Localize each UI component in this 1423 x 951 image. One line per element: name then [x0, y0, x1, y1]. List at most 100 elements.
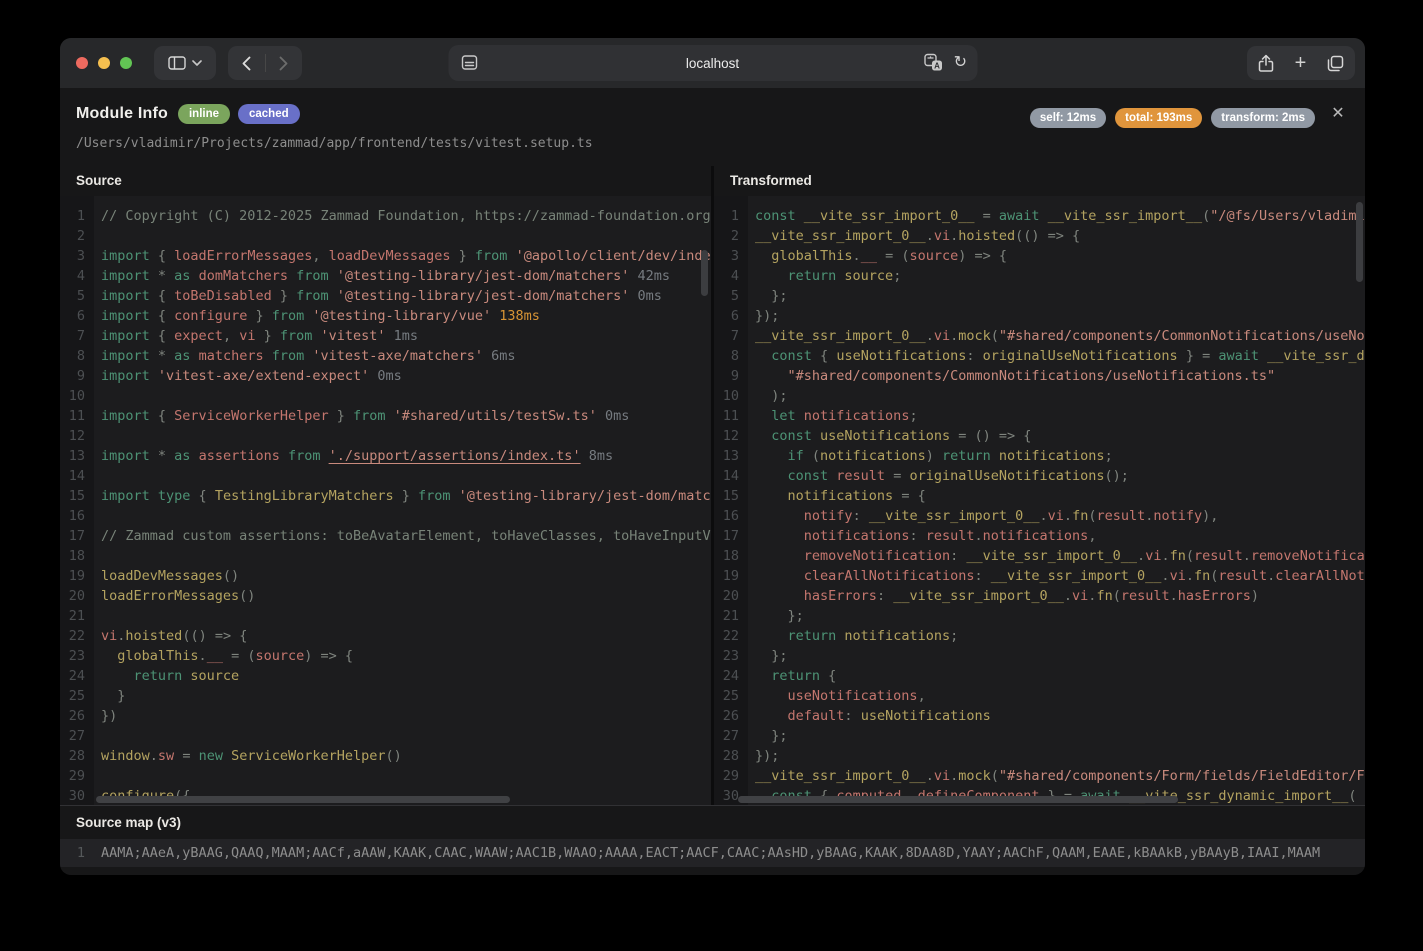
page-settings-icon[interactable] — [460, 53, 478, 72]
address-bar[interactable]: localhost A ↻ — [448, 45, 977, 81]
module-link[interactable]: './support/assertions/index.ts' — [329, 448, 581, 464]
code-line: 4 import * as domMatchers from '@testing-… — [60, 266, 711, 286]
code-line-content: hasErrors: __vite_ssr_import_0__.vi.fn(r… — [748, 586, 1365, 606]
close-icon[interactable]: ✕ — [1327, 102, 1349, 124]
code-line-content: // Zammad custom assertions: toBeAvatarE… — [94, 526, 711, 546]
code-token: new — [198, 748, 232, 764]
code-token: vi — [1169, 568, 1186, 584]
code-token: }; — [755, 728, 788, 744]
code-token: 8ms — [580, 448, 614, 464]
code-token: 1ms — [385, 328, 419, 344]
line-number: 18 — [722, 548, 739, 564]
code-token: . — [1161, 548, 1170, 564]
source-horizontal-scrollbar[interactable] — [96, 796, 510, 803]
code-line-content: loadDevMessages() — [94, 566, 711, 586]
code-line-content: }; — [748, 606, 1365, 626]
new-tab-icon[interactable]: + — [1295, 53, 1307, 73]
line-number: 14 — [722, 468, 739, 484]
traffic-minimize-button[interactable] — [98, 57, 110, 69]
code-token: : — [909, 528, 926, 544]
line-number: 6 — [730, 308, 739, 324]
code-line-content: "#shared/components/CommonNotifications/… — [748, 366, 1365, 386]
code-token: vi — [933, 328, 951, 344]
code-line-content — [94, 726, 711, 746]
translate-icon[interactable]: A — [924, 53, 944, 72]
code-token: mock — [958, 328, 991, 344]
screenshot-canvas: localhost A ↻ + Module Info inline cache… — [0, 0, 1423, 951]
code-token: import — [101, 288, 158, 304]
code-line: 20 hasErrors: __vite_ssr_import_0__.vi.f… — [714, 586, 1365, 606]
code-token: return — [771, 668, 821, 684]
line-number: 10 — [68, 388, 85, 404]
code-line-content: __vite_ssr_import_0__.vi.mock("#shared/c… — [748, 326, 1365, 346]
code-token: __ — [860, 248, 877, 264]
code-line-content: } — [94, 686, 711, 706]
chevron-down-icon — [192, 60, 202, 66]
forward-button[interactable] — [266, 46, 302, 80]
code-line: 5 import { toBeDisabled } from '@testing-… — [60, 286, 711, 306]
line-number: 2 — [76, 228, 85, 244]
code-token: useNotifications — [820, 428, 951, 444]
code-token: assertions — [198, 448, 288, 464]
back-button[interactable] — [229, 46, 265, 80]
reload-icon[interactable]: ↻ — [954, 54, 967, 71]
code-line: 14 — [60, 466, 711, 486]
code-token: ServiceWorkerHelper — [174, 408, 329, 424]
line-number: 16 — [722, 508, 739, 524]
code-token: import — [101, 408, 158, 424]
sourcemap-line-number: 1 — [76, 845, 85, 861]
line-number: 9 — [730, 368, 739, 384]
code-line-content — [94, 226, 711, 246]
code-line: 22 return notifications; — [714, 626, 1365, 646]
share-icon[interactable] — [1258, 54, 1274, 73]
line-number: 7 — [76, 328, 85, 344]
badge-cached: cached — [238, 104, 300, 124]
transformed-panel-title: Transformed — [714, 166, 1365, 196]
transformed-horizontal-scrollbar[interactable] — [738, 796, 1178, 803]
tab-overview-icon[interactable] — [1327, 55, 1344, 72]
code-line: 23 globalThis.__ = (source) => { — [60, 646, 711, 666]
code-token: __vite_ssr_import_0__ — [868, 508, 1040, 524]
code-token: '@testing-library/jest-dom/matchers' — [458, 488, 711, 504]
traffic-zoom-button[interactable] — [120, 57, 132, 69]
code-token: configure — [174, 308, 248, 324]
code-token: } — [255, 328, 280, 344]
line-number: 25 — [722, 688, 739, 704]
code-token: { — [157, 248, 175, 264]
code-token: } — [393, 488, 419, 504]
code-token: notifications — [787, 488, 894, 504]
code-token: . — [925, 228, 934, 244]
code-token: '@testing-library/vue' — [312, 308, 492, 324]
code-line-content: globalThis.__ = (source) => { — [748, 246, 1365, 266]
transformed-vertical-scrollbar[interactable] — [1356, 202, 1363, 282]
code-token: '#shared/utils/testSw.ts' — [393, 408, 597, 424]
line-number: 4 — [76, 268, 85, 284]
code-line: 1 const __vite_ssr_import_0__ = await __v… — [714, 206, 1365, 226]
line-number: 7 — [730, 328, 739, 344]
code-token: __vite_ssr_import__ — [1047, 208, 1203, 224]
code-line-content: import { ServiceWorkerHelper } from '#sh… — [94, 406, 711, 426]
line-number: 1 — [76, 208, 85, 224]
code-token: () — [385, 748, 402, 764]
code-token: ( — [990, 328, 999, 344]
code-line-content: }; — [748, 646, 1365, 666]
code-token: = ( — [876, 248, 910, 264]
source-vertical-scrollbar[interactable] — [701, 250, 708, 296]
code-token: notifications — [998, 448, 1105, 464]
code-token: () — [222, 568, 240, 584]
code-token: loadErrorMessages — [101, 588, 240, 604]
code-line-content: return notifications; — [748, 626, 1365, 646]
line-number: 11 — [68, 408, 85, 424]
traffic-close-button[interactable] — [76, 57, 88, 69]
sidebar-toggle-button[interactable] — [154, 46, 216, 80]
code-line-content: import type { TestingLibraryMatchers } f… — [94, 486, 711, 506]
code-line: 27 — [60, 726, 711, 746]
code-token: fn — [1193, 568, 1211, 584]
code-token: useNotifications — [787, 688, 918, 704]
code-token: notify — [803, 508, 853, 524]
line-number: 17 — [722, 528, 739, 544]
